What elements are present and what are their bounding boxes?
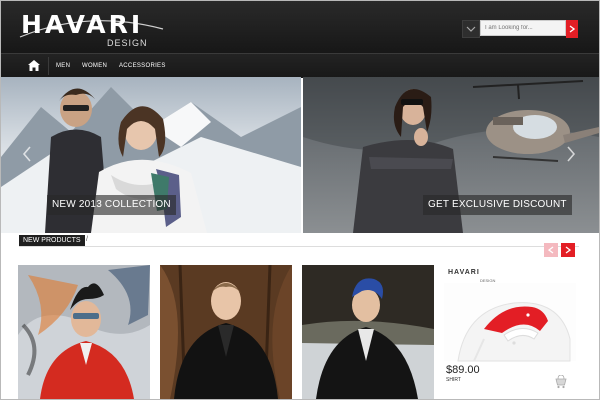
product-image-leather-jacket <box>160 265 292 399</box>
product-card-4[interactable]: HAVARI DESIGN $89.00 SHIRT <box>444 265 576 399</box>
product-image-shirt <box>444 283 576 362</box>
main-nav: MEN WOMEN ACCESSORIES <box>1 53 599 78</box>
banner-prev-arrow[interactable] <box>17 135 39 175</box>
chevron-right-icon <box>567 146 576 162</box>
product-type: SHIRT <box>446 377 461 383</box>
page-frame: HAVARI DESIGN MEN WOMEN ACCESS <box>0 0 600 400</box>
product-image-black-jacket <box>302 265 434 399</box>
chevron-right-icon <box>565 246 571 254</box>
search-submit-button[interactable] <box>566 20 578 38</box>
brand-logo[interactable]: HAVARI DESIGN <box>19 10 171 49</box>
hero-banner-collection[interactable]: NEW 2013 COLLECTION <box>1 77 301 233</box>
home-link[interactable] <box>22 57 49 75</box>
nav-item-women[interactable]: WOMEN <box>82 54 107 78</box>
section-divider <box>19 246 579 247</box>
products-prev-button[interactable] <box>544 243 558 257</box>
logo-text: HAVARI <box>21 10 144 39</box>
site-header: HAVARI DESIGN <box>1 1 599 53</box>
section-title-new-products: NEW PRODUCTS <box>19 235 85 246</box>
product-price: $89.00 <box>446 364 480 376</box>
nav-item-men[interactable]: MEN <box>56 54 70 78</box>
logo-subtext: DESIGN <box>107 38 148 48</box>
chevron-right-icon <box>569 25 575 33</box>
banner-next-arrow[interactable] <box>561 135 583 175</box>
banner-caption-discount: GET EXCLUSIVE DISCOUNT <box>423 195 572 215</box>
section-title-separator: / <box>86 236 88 243</box>
add-to-cart-button[interactable] <box>554 375 568 389</box>
search-input[interactable] <box>480 20 566 36</box>
cart-icon <box>555 375 567 389</box>
search-category-toggle[interactable] <box>462 20 480 38</box>
products-next-button[interactable] <box>561 243 575 257</box>
product-card-2[interactable] <box>160 265 292 399</box>
product-card-1[interactable] <box>18 265 150 399</box>
chevron-down-icon <box>466 26 476 32</box>
hero-banner-discount[interactable]: GET EXCLUSIVE DISCOUNT <box>303 77 599 233</box>
chevron-left-icon <box>548 246 554 254</box>
nav-item-accessories[interactable]: ACCESSORIES <box>119 54 166 78</box>
product-card-3[interactable] <box>302 265 434 399</box>
product-image-red-jacket <box>18 265 150 399</box>
home-icon <box>28 60 40 71</box>
chevron-left-icon <box>22 146 31 162</box>
banner-caption-collection: NEW 2013 COLLECTION <box>47 195 176 215</box>
